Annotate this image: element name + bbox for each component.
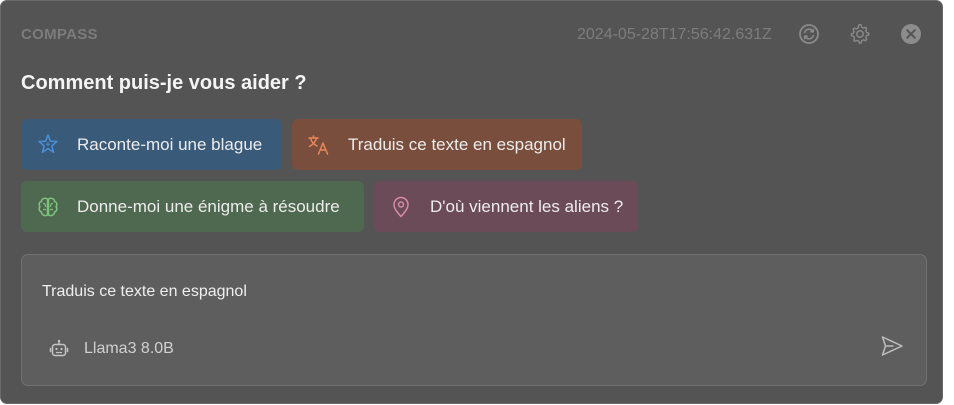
sparkle-star-icon [35, 132, 61, 158]
robot-icon [48, 338, 70, 360]
suggestion-label: Donne-moi une énigme à résoudre [77, 196, 340, 216]
model-name: Llama3 8.0B [84, 340, 174, 357]
map-pin-icon [388, 194, 414, 220]
suggestion-translate[interactable]: Traduis ce texte en espagnol [292, 119, 582, 170]
app-brand: COMPASS [21, 26, 98, 43]
suggestion-riddle[interactable]: Donne-moi une énigme à résoudre [21, 181, 364, 232]
close-icon [900, 23, 922, 45]
brain-icon [35, 194, 61, 220]
suggestion-label: D'où viennent les aliens ? [430, 196, 624, 216]
page-title: Comment puis-je vous aider ? [21, 72, 307, 94]
translate-icon [306, 132, 332, 158]
suggestion-joke[interactable]: Raconte-moi une blague [21, 119, 282, 170]
assistant-window: COMPASS 2024-05-28T17:56:42.631Z Comment… [0, 0, 943, 404]
timestamp: 2024-05-28T17:56:42.631Z [577, 26, 772, 43]
gear-icon [849, 23, 871, 45]
message-composer[interactable]: Traduis ce texte en espagnol Llama3 8.0B [21, 254, 927, 386]
model-selector[interactable]: Llama3 8.0B [48, 338, 174, 360]
suggestion-label: Raconte-moi une blague [77, 134, 263, 154]
settings-button[interactable] [849, 23, 871, 45]
message-input[interactable]: Traduis ce texte en espagnol [42, 283, 247, 301]
suggestion-aliens[interactable]: D'où viennent les aliens ? [374, 181, 638, 232]
refresh-icon [798, 23, 820, 45]
send-button[interactable] [878, 334, 906, 362]
close-button[interactable] [900, 23, 922, 45]
refresh-button[interactable] [798, 23, 820, 45]
send-icon [879, 333, 905, 364]
suggestion-label: Traduis ce texte en espagnol [348, 134, 566, 154]
